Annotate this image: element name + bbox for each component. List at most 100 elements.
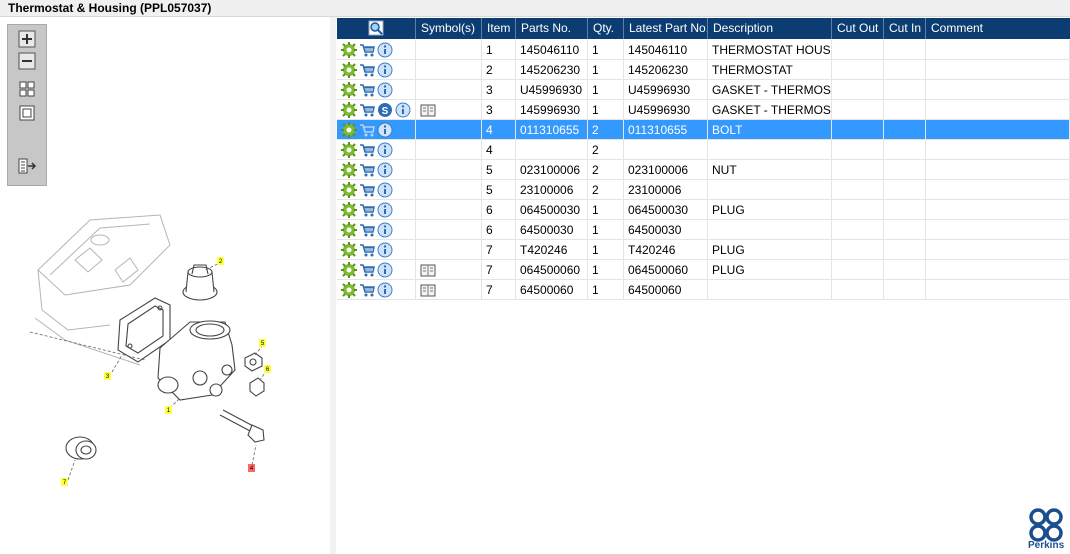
cut-out-cell[interactable] [832,280,884,300]
table-row[interactable]: 5 023100006 2 023100006 NUT [337,160,1070,180]
cut-in-cell[interactable] [884,80,926,100]
cart-icon[interactable] [359,222,375,238]
table-row[interactable]: 4 011310655 2 011310655 BOLT [337,120,1070,140]
comment-cell[interactable] [926,140,1070,160]
cut-in-cell[interactable] [884,180,926,200]
gear-icon[interactable] [341,42,357,58]
description-cell[interactable]: GASKET - THERMOSTAT [708,100,832,120]
callout-4[interactable]: 4 [248,464,255,472]
latest-part-no-cell[interactable]: 064500030 [624,200,708,220]
description-cell[interactable]: PLUG [708,240,832,260]
qty-cell[interactable]: 2 [588,160,624,180]
cut-in-cell[interactable] [884,220,926,240]
table-row[interactable]: 6 64500030 1 64500030 [337,220,1070,240]
cut-out-cell[interactable] [832,180,884,200]
cut-out-cell[interactable] [832,260,884,280]
table-row[interactable]: 7 T420246 1 T420246 PLUG [337,240,1070,260]
latest-part-no-cell[interactable]: U45996930 [624,80,708,100]
parts-no-cell[interactable] [516,140,588,160]
parts-no-cell[interactable]: 023100006 [516,160,588,180]
comment-cell[interactable] [926,160,1070,180]
comment-cell[interactable] [926,180,1070,200]
symbol-cell[interactable] [416,260,482,280]
cart-icon[interactable] [359,202,375,218]
item-cell[interactable]: 3 [482,80,516,100]
parts-no-cell[interactable]: 64500030 [516,220,588,240]
list-sync-button[interactable] [17,157,37,175]
latest-part-no-cell[interactable]: T420246 [624,240,708,260]
qty-cell[interactable]: 1 [588,200,624,220]
cut-out-cell[interactable] [832,220,884,240]
item-cell[interactable]: 2 [482,60,516,80]
gear-icon[interactable] [341,62,357,78]
table-row[interactable]: 7 064500060 1 064500060 PLUG [337,260,1070,280]
parts-no-cell[interactable]: 23100006 [516,180,588,200]
gear-icon[interactable] [341,122,357,138]
parts-no-cell[interactable]: 145206230 [516,60,588,80]
info-icon[interactable] [377,242,393,258]
qty-cell[interactable]: 2 [588,140,624,160]
parts-no-cell[interactable]: U45996930 [516,80,588,100]
book-icon[interactable] [420,262,436,278]
qty-cell[interactable]: 1 [588,240,624,260]
info-icon[interactable] [377,202,393,218]
gear-icon[interactable] [341,202,357,218]
item-cell[interactable]: 3 [482,100,516,120]
info-icon[interactable] [377,282,393,298]
zoom-in-button[interactable] [17,30,37,48]
cart-icon[interactable] [359,62,375,78]
cut-in-cell[interactable] [884,280,926,300]
item-cell[interactable]: 5 [482,160,516,180]
info-icon[interactable] [377,42,393,58]
parts-no-cell[interactable]: 011310655 [516,120,588,140]
gear-icon[interactable] [341,182,357,198]
cut-in-cell[interactable] [884,160,926,180]
parts-no-cell[interactable]: T420246 [516,240,588,260]
parts-no-cell[interactable]: 145996930 [516,100,588,120]
item-cell[interactable]: 4 [482,120,516,140]
cut-out-cell[interactable] [832,100,884,120]
info-icon[interactable] [377,122,393,138]
cut-in-cell[interactable] [884,100,926,120]
parts-no-cell[interactable]: 145046110 [516,40,588,60]
cart-disabled-icon[interactable] [359,122,375,138]
comment-cell[interactable] [926,260,1070,280]
cart-icon[interactable] [359,102,375,118]
gear-icon[interactable] [341,242,357,258]
gear-icon[interactable] [341,142,357,158]
description-cell[interactable]: NUT [708,160,832,180]
gear-icon[interactable] [341,262,357,278]
symbol-cell[interactable] [416,100,482,120]
book-icon[interactable] [420,282,436,298]
plug-part[interactable] [249,377,265,397]
item-cell[interactable]: 6 [482,220,516,240]
gear-icon[interactable] [341,102,357,118]
comment-cell[interactable] [926,100,1070,120]
callout-6[interactable]: 6 [264,365,271,373]
symbol-cell[interactable] [416,140,482,160]
callout-7[interactable]: 7 [61,478,68,486]
gear-icon[interactable] [341,162,357,178]
qty-cell[interactable]: 1 [588,80,624,100]
description-cell[interactable]: THERMOSTAT HOUSING [708,40,832,60]
qty-cell[interactable]: 1 [588,40,624,60]
nut-part[interactable] [244,352,263,372]
column-header-cut-in[interactable]: Cut In [884,18,926,39]
column-header-latest-part-no[interactable]: Latest Part No. [624,18,708,39]
cart-icon[interactable] [359,142,375,158]
cut-out-cell[interactable] [832,140,884,160]
description-cell[interactable] [708,140,832,160]
table-row[interactable]: 7 64500060 1 64500060 [337,280,1070,300]
comment-cell[interactable] [926,200,1070,220]
cart-icon[interactable] [359,262,375,278]
description-cell[interactable]: GASKET - THERMOSTAT [708,80,832,100]
description-cell[interactable] [708,280,832,300]
latest-part-no-cell[interactable]: 23100006 [624,180,708,200]
qty-cell[interactable]: 2 [588,120,624,140]
description-cell[interactable] [708,180,832,200]
table-row[interactable]: 2 145206230 1 145206230 THERMOSTAT [337,60,1070,80]
cart-icon[interactable] [359,82,375,98]
thermostat-part[interactable] [182,264,218,301]
info-icon[interactable] [377,82,393,98]
latest-part-no-cell[interactable]: 023100006 [624,160,708,180]
